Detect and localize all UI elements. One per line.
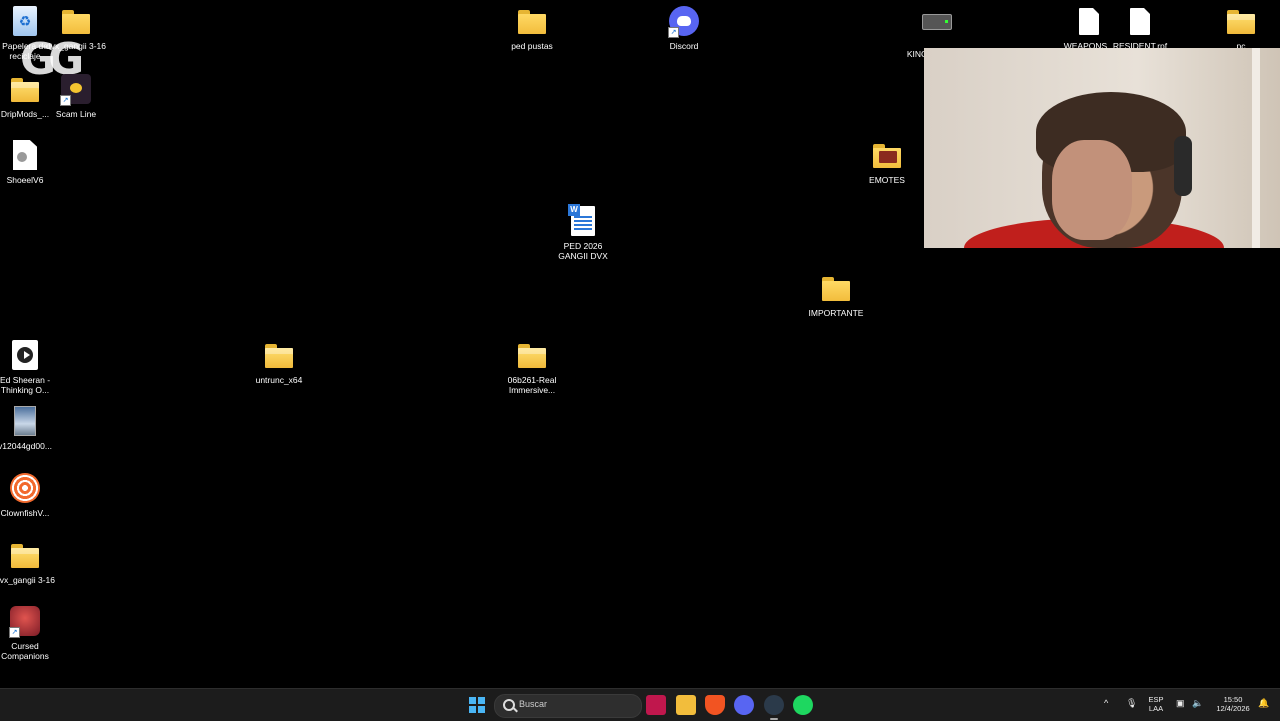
- shortcut-arrow-icon: ↗: [668, 27, 679, 38]
- desktop-icon-zip[interactable]: untrunc_x64: [247, 340, 311, 385]
- language-code: ESP: [1148, 695, 1164, 704]
- desktop: Papelera de reciclaje dvx_gangii 3-16 GG…: [0, 0, 1280, 688]
- zip-folder-icon: [1225, 6, 1257, 38]
- desktop-icon-image[interactable]: v12044gd00...: [0, 406, 57, 451]
- folder-icon: [516, 6, 548, 38]
- taskbar-app-affinity-icon[interactable]: [646, 695, 666, 715]
- taskbar-spotify-icon[interactable]: [793, 695, 813, 715]
- clownfish-icon: [9, 473, 41, 505]
- desktop-icon-zip[interactable]: pc: [1209, 6, 1273, 51]
- image-file-icon: [9, 406, 41, 438]
- taskbar-discord-icon[interactable]: [734, 695, 754, 715]
- desktop-icon-media[interactable]: Ed Sheeran - Thinking O...: [0, 340, 57, 395]
- desktop-icon-folder[interactable]: ped pustas: [500, 6, 564, 51]
- webcam-overlay: [924, 48, 1280, 248]
- zip-folder-icon: [9, 540, 41, 572]
- desktop-icon-folder[interactable]: EMOTES: [855, 140, 919, 185]
- taskbar-steam-icon[interactable]: [764, 695, 784, 720]
- icon-label: 06b261-Real Immersive...: [507, 375, 557, 395]
- discord-icon: ↗: [668, 6, 700, 38]
- desktop-icon-file[interactable]: RESIDENT.rpf: [1108, 6, 1172, 51]
- scam-line-icon: ↗: [60, 74, 92, 106]
- file-icon: [9, 140, 41, 172]
- file-icon: [1124, 6, 1156, 38]
- icon-label: Cursed Companions: [1, 641, 49, 661]
- icon-label: PED 2026 GANGII DVX: [558, 241, 608, 261]
- network-icon[interactable]: ▣: [1176, 699, 1185, 708]
- notification-bell-icon[interactable]: 🔔: [1258, 699, 1269, 708]
- folder-icon: [820, 273, 852, 305]
- taskbar-search-box[interactable]: Buscar: [494, 694, 642, 718]
- icon-label: untrunc_x64: [255, 375, 303, 385]
- desktop-icon-shortcut[interactable]: ↗ Scam Line: [44, 74, 108, 119]
- clock[interactable]: 15:50 12/4/2026: [1210, 695, 1256, 713]
- game-icon: ↗: [9, 606, 41, 638]
- volume-icon[interactable]: 🔈: [1192, 699, 1203, 708]
- tray-overflow-chevron-icon[interactable]: ^: [1104, 699, 1108, 708]
- usb-drive-icon: [921, 14, 953, 46]
- headphones-icon: [1174, 136, 1192, 196]
- desktop-icon-game[interactable]: ↗ Cursed Companions: [0, 606, 57, 661]
- taskbar: Buscar ^ 🎙 ESP LAA ▣ 🔈 15:50 12/4/2026 🔔: [0, 688, 1280, 721]
- icon-label: v12044gd00...: [0, 441, 52, 451]
- clock-date: 12/4/2026: [1216, 704, 1250, 713]
- desktop-icon-app[interactable]: ClownfishV...: [0, 473, 57, 518]
- search-icon: [503, 699, 515, 711]
- start-button-windows-icon[interactable]: [469, 697, 485, 713]
- taskbar-brave-icon[interactable]: [705, 695, 725, 715]
- desktop-icon-folder[interactable]: IMPORTANTE: [804, 273, 868, 318]
- desktop-icon-document[interactable]: PED 2026 GANGII DVX: [551, 204, 615, 261]
- language-layout: LAA: [1148, 704, 1164, 713]
- desktop-icon-zip[interactable]: dvx_gangii 3-16: [0, 540, 57, 585]
- zip-folder-icon: [9, 74, 41, 106]
- zip-folder-icon: [516, 340, 548, 372]
- zip-folder-icon: [263, 340, 295, 372]
- file-icon: [1073, 6, 1105, 38]
- icon-label: Scam Line: [55, 109, 97, 119]
- desktop-icon-discord[interactable]: ↗ Discord: [652, 6, 716, 51]
- folder-icon: [871, 140, 903, 172]
- webcam-person-face: [1052, 140, 1132, 240]
- icon-label: EMOTES: [869, 175, 905, 185]
- icon-label: ClownfishV...: [0, 508, 50, 518]
- search-placeholder: Buscar: [519, 699, 548, 709]
- icon-label: ShoeelV6: [6, 175, 44, 185]
- media-file-icon: [9, 340, 41, 372]
- desktop-icon-file[interactable]: ShoeelV6: [0, 140, 57, 185]
- icon-label: Ed Sheeran - Thinking O...: [0, 375, 51, 395]
- shortcut-arrow-icon: ↗: [60, 95, 71, 106]
- shortcut-arrow-icon: ↗: [9, 627, 20, 638]
- language-indicator[interactable]: ESP LAA: [1144, 695, 1168, 713]
- icon-label: ped pustas: [511, 41, 553, 51]
- desktop-icon-zip[interactable]: 06b261-Real Immersive...: [500, 340, 564, 395]
- word-document-icon: [567, 204, 599, 238]
- icon-label: IMPORTANTE: [808, 308, 864, 318]
- clock-time: 15:50: [1223, 695, 1243, 704]
- icon-label: Discord: [669, 41, 699, 51]
- microphone-icon[interactable]: 🎙: [1126, 699, 1137, 708]
- icon-label: dvx_gangii 3-16: [0, 575, 55, 585]
- taskbar-file-explorer-icon[interactable]: [676, 695, 696, 715]
